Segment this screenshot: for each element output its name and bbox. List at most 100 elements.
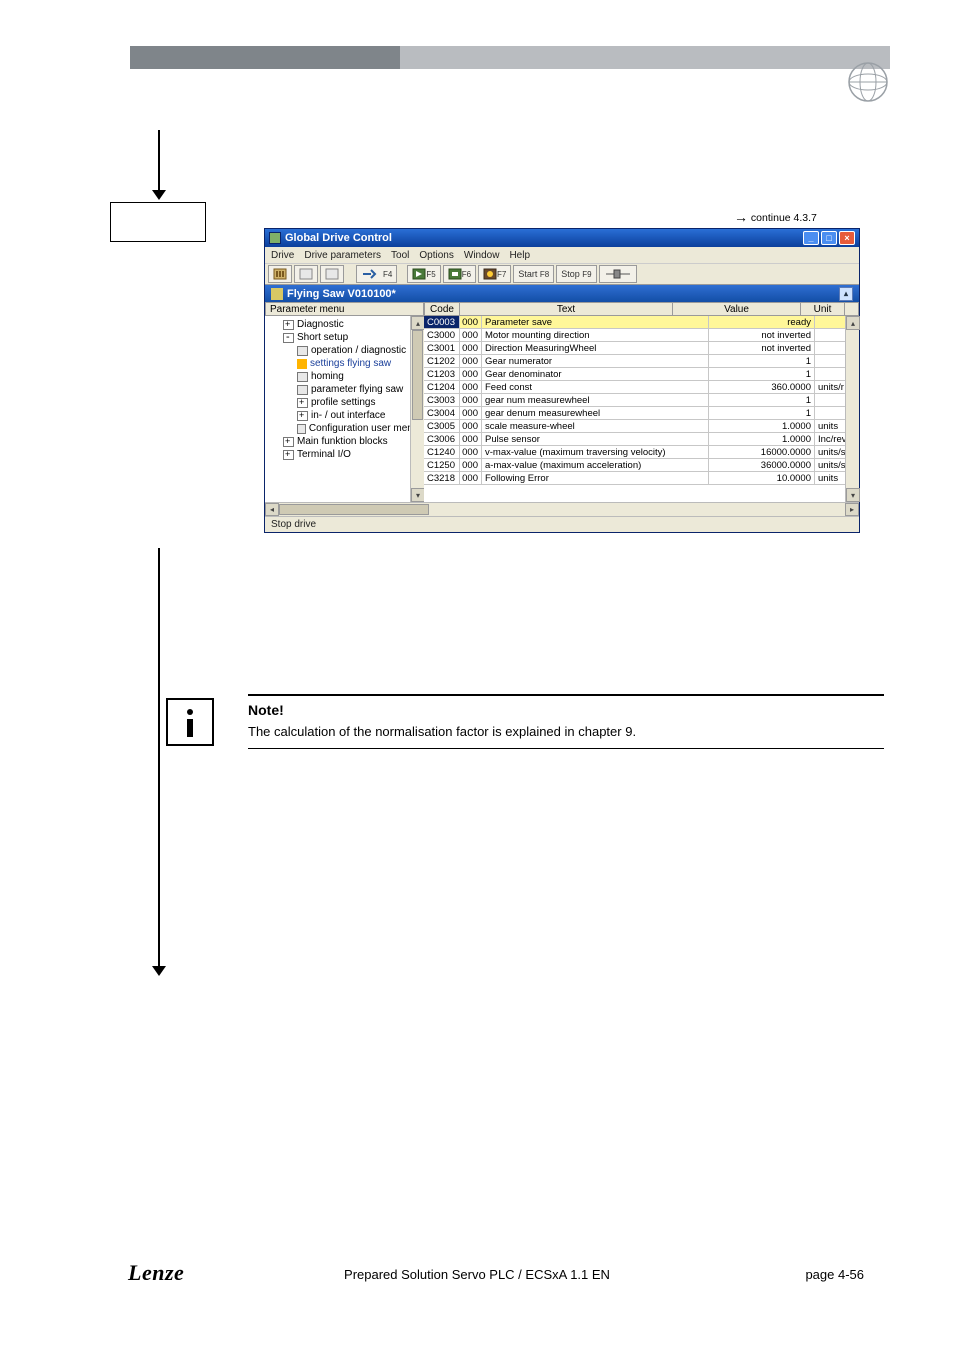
cell-code[interactable]: C1204 [424,381,460,393]
expand-icon[interactable] [283,437,294,447]
cell-text[interactable]: Motor mounting direction [482,329,709,341]
tree-item[interactable]: Diagnostic [269,318,424,331]
cell-text[interactable]: Feed const [482,381,709,393]
table-row[interactable]: C1250000a-max-value (maximum acceleratio… [424,459,859,472]
hscroll-thumb[interactable] [279,504,429,515]
tree-item[interactable]: parameter flying saw [269,383,424,396]
cell-code[interactable]: C1240 [424,446,460,458]
cell-sub[interactable]: 000 [460,316,482,328]
expand-icon[interactable] [297,411,308,421]
table-row[interactable]: C1204000Feed const360.0000units/r [424,381,859,394]
tree-scrollbar[interactable]: ▴ ▾ [410,316,424,502]
tree-item[interactable]: Configuration user menue [269,422,424,435]
cell-code[interactable]: C3005 [424,420,460,432]
cell-code[interactable]: C0003 [424,316,460,328]
titlebar[interactable]: Global Drive Control _ □ × [265,229,859,247]
cell-sub[interactable]: 000 [460,472,482,484]
cell-code[interactable]: C3000 [424,329,460,341]
menu-drive[interactable]: Drive [271,250,294,261]
cell-text[interactable]: Parameter save [482,316,709,328]
toolbar-wrench-icon[interactable]: F4 [356,265,397,283]
menu-tool[interactable]: Tool [391,250,409,261]
grid-scroll-up-icon[interactable]: ▴ [846,316,860,330]
tree-item[interactable]: Terminal I/O [269,448,424,461]
tree-item[interactable]: Main funktion blocks [269,435,424,448]
hscrollbar[interactable]: ◂ ▸ [265,502,859,516]
cell-text[interactable]: Direction MeasuringWheel [482,342,709,354]
tree-item[interactable]: homing [269,370,424,383]
cell-code[interactable]: C3004 [424,407,460,419]
minimize-button[interactable]: _ [803,231,819,245]
grid-vscrollbar[interactable]: ▴ ▾ [845,316,859,502]
tree-item[interactable]: Short setup [269,331,424,344]
cell-code[interactable]: C3218 [424,472,460,484]
col-text[interactable]: Text [460,302,673,316]
toolbar-f6-icon[interactable]: F6 [443,265,476,283]
toolbar-f5-icon[interactable]: F5 [407,265,440,283]
scroll-thumb[interactable] [412,330,423,420]
cell-text[interactable]: Gear numerator [482,355,709,367]
cell-sub[interactable]: 000 [460,342,482,354]
cell-code[interactable]: C3003 [424,394,460,406]
toolbar-icon-3[interactable] [320,265,344,283]
cell-value[interactable]: 1 [709,407,815,419]
maximize-button[interactable]: □ [821,231,837,245]
close-button[interactable]: × [839,231,855,245]
cell-text[interactable]: v-max-value (maximum traversing velocity… [482,446,709,458]
cell-sub[interactable]: 000 [460,381,482,393]
doc-icon[interactable] [297,385,308,395]
doc-icon[interactable] [297,372,308,382]
cell-text[interactable]: scale measure-wheel [482,420,709,432]
cell-sub[interactable]: 000 [460,420,482,432]
table-row[interactable]: C3004000gear denum measurewheel1 [424,407,859,420]
table-row[interactable]: C3218000Following Error10.0000units [424,472,859,485]
cell-text[interactable]: Pulse sensor [482,433,709,445]
table-row[interactable]: C3005000scale measure-wheel1.0000units [424,420,859,433]
doc-icon[interactable] [297,424,306,434]
scroll-up-button[interactable]: ▴ [839,287,853,301]
toolbar-f7-icon[interactable]: F7 [478,265,511,283]
cell-sub[interactable]: 000 [460,433,482,445]
collapse-icon[interactable] [283,333,294,343]
cell-text[interactable]: gear num measurewheel [482,394,709,406]
tree-item[interactable]: profile settings [269,396,424,409]
cell-value[interactable]: 360.0000 [709,381,815,393]
table-row[interactable]: C1202000Gear numerator1 [424,355,859,368]
scroll-down-icon[interactable]: ▾ [411,488,425,502]
tree-item[interactable]: in- / out interface [269,409,424,422]
expand-icon[interactable] [297,398,308,408]
hscroll-right-icon[interactable]: ▸ [845,503,859,516]
cell-value[interactable]: 1 [709,368,815,380]
cell-sub[interactable]: 000 [460,329,482,341]
cell-value[interactable]: 10.0000 [709,472,815,484]
table-row[interactable]: C1203000Gear denominator1 [424,368,859,381]
start-button[interactable]: Start F8 [513,265,554,283]
hscroll-track[interactable] [279,503,845,516]
doc-icon[interactable] [297,346,308,356]
cell-value[interactable]: not inverted [709,329,815,341]
table-row[interactable]: C3003000gear num measurewheel1 [424,394,859,407]
cell-value[interactable]: 1.0000 [709,433,815,445]
cell-sub[interactable]: 000 [460,407,482,419]
table-row[interactable]: C3006000Pulse sensor1.0000Inc/rev [424,433,859,446]
col-code[interactable]: Code [424,302,460,316]
table-row[interactable]: C1240000v-max-value (maximum traversing … [424,446,859,459]
selected-marker-icon[interactable] [297,359,307,369]
cell-value[interactable]: 16000.0000 [709,446,815,458]
cell-code[interactable]: C1202 [424,355,460,367]
cell-code[interactable]: C1203 [424,368,460,380]
menu-drive-parameters[interactable]: Drive parameters [304,250,381,261]
tree-item[interactable]: operation / diagnostic [269,344,424,357]
hscroll-left-icon[interactable]: ◂ [265,503,279,516]
toolbar-slider-icon[interactable] [599,265,637,283]
cell-value[interactable]: ready [709,316,815,328]
cell-text[interactable]: a-max-value (maximum acceleration) [482,459,709,471]
col-unit[interactable]: Unit [801,302,845,316]
tree-item[interactable]: settings flying saw [269,357,424,370]
expand-icon[interactable] [283,450,294,460]
scroll-up-icon[interactable]: ▴ [411,316,425,330]
cell-value[interactable]: 1.0000 [709,420,815,432]
cell-code[interactable]: C3001 [424,342,460,354]
cell-sub[interactable]: 000 [460,446,482,458]
menu-window[interactable]: Window [464,250,500,261]
